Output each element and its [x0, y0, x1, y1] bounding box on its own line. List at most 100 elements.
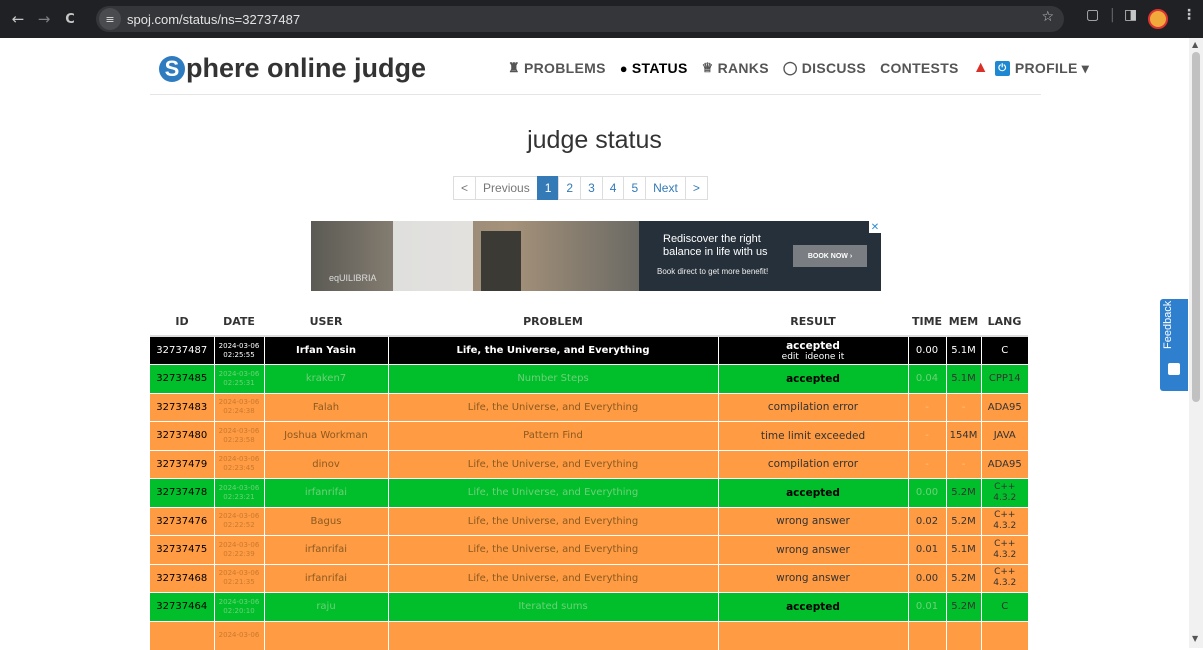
- bookmark-star-icon[interactable]: ☆: [1041, 9, 1054, 25]
- nav-contests[interactable]: CONTESTS: [880, 60, 959, 76]
- nav-status[interactable]: ● STATUS: [620, 60, 688, 76]
- cell-user[interactable]: Joshua Workman: [264, 421, 388, 450]
- cell-time: -: [907, 421, 946, 450]
- col-time[interactable]: TIME: [908, 308, 946, 337]
- cell-id[interactable]: [150, 620, 214, 650]
- profile-avatar[interactable]: [1148, 9, 1168, 29]
- cell-id[interactable]: 32737487: [150, 335, 214, 365]
- cell-result: wrong answer: [717, 563, 908, 593]
- cell-user[interactable]: dinov: [264, 449, 388, 479]
- ideone-link[interactable]: ideone it: [805, 352, 844, 362]
- feedback-tab[interactable]: Feedback: [1160, 299, 1188, 391]
- vertical-scrollbar[interactable]: ▲ ▼: [1189, 38, 1203, 648]
- ad-close-icon[interactable]: ✕: [869, 221, 881, 233]
- ad-image-figure: [481, 231, 521, 291]
- table-row[interactable]: 32737475 2024-03-06 02:22:39 irfanrifai Life…: [150, 535, 1028, 564]
- col-id[interactable]: ID: [150, 308, 214, 337]
- browser-menu-icon[interactable]: ⋮: [1182, 7, 1196, 23]
- cell-id[interactable]: 32737485: [150, 364, 214, 393]
- cell-problem[interactable]: Life, the Universe, and Everything: [387, 563, 718, 593]
- ad-banner[interactable]: eqUILIBRIA Rediscover the right balance …: [311, 221, 881, 291]
- cell-user[interactable]: Bagus: [264, 506, 388, 536]
- pagination-page-5[interactable]: 5: [623, 176, 647, 200]
- cell-id[interactable]: 32737483: [150, 392, 214, 422]
- scroll-down-icon[interactable]: ▼: [1192, 634, 1198, 643]
- col-user[interactable]: USER: [264, 308, 388, 337]
- cell-id[interactable]: 32737480: [150, 421, 214, 450]
- date-time: 02:21:35: [223, 578, 255, 587]
- cell-date: 2024-03-06 02:25:55: [213, 335, 265, 365]
- cell-user[interactable]: raju: [264, 592, 388, 621]
- site-info-icon[interactable]: ≡: [99, 8, 121, 30]
- pagination-next-arrow[interactable]: >: [684, 176, 708, 200]
- power-icon: ⏻: [994, 60, 1010, 76]
- cell-user[interactable]: kraken7: [264, 364, 388, 393]
- reload-icon[interactable]: C: [58, 7, 82, 31]
- nav-discuss[interactable]: ◯ DISCUSS: [783, 60, 866, 76]
- cell-user[interactable]: [264, 620, 388, 650]
- cell-id[interactable]: 32737479: [150, 449, 214, 479]
- address-bar[interactable]: ≡ spoj.com/status/ns=32737487 ☆: [96, 6, 1064, 32]
- table-row[interactable]: 32737480 2024-03-06 02:23:58 Joshua Workman…: [150, 421, 1028, 450]
- cell-problem[interactable]: [387, 620, 718, 650]
- url-text[interactable]: spoj.com/status/ns=32737487: [127, 12, 300, 27]
- table-row[interactable]: 2024-03-06: [150, 620, 1028, 650]
- cell-problem[interactable]: Iterated sums: [387, 592, 718, 621]
- pagination-page-4[interactable]: 4: [601, 176, 625, 200]
- cell-id[interactable]: 32737475: [150, 535, 214, 564]
- cell-date: 2024-03-06: [213, 620, 265, 650]
- cell-id[interactable]: 32737464: [150, 592, 214, 621]
- pagination-prev-arrow[interactable]: <: [453, 176, 477, 200]
- cell-user[interactable]: irfanrifai: [264, 563, 388, 593]
- cell-user[interactable]: Falah: [264, 392, 388, 422]
- ad-book-now-button[interactable]: BOOK NOW ›: [793, 245, 867, 267]
- nav-ranks[interactable]: ♕ RANKS: [702, 60, 769, 76]
- pagination-previous[interactable]: Previous: [475, 176, 538, 200]
- pagination-next[interactable]: Next: [645, 176, 686, 200]
- cell-problem[interactable]: Life, the Universe, and Everything: [387, 478, 718, 507]
- table-row[interactable]: 32737464 2024-03-06 02:20:10 raju Iterated s…: [150, 592, 1028, 621]
- cell-problem[interactable]: Life, the Universe, and Everything: [387, 506, 718, 536]
- edit-link[interactable]: edit: [782, 352, 799, 362]
- ad-subtext: Book direct to get more benefit!: [657, 267, 769, 276]
- col-mem[interactable]: MEM: [946, 308, 981, 337]
- cell-user[interactable]: irfanrifai: [264, 478, 388, 507]
- table-row[interactable]: 32737468 2024-03-06 02:21:35 irfanrifai Life…: [150, 563, 1028, 593]
- cell-date: 2024-03-06 02:21:35: [213, 563, 265, 593]
- col-problem[interactable]: PROBLEM: [388, 308, 718, 337]
- table-row[interactable]: 32737476 2024-03-06 02:22:52 Bagus Life, the…: [150, 506, 1028, 536]
- col-date[interactable]: DATE: [214, 308, 264, 337]
- nav-profile[interactable]: ⏻ PROFILE ▾: [994, 60, 1089, 77]
- side-panel-icon[interactable]: ◨: [1124, 7, 1137, 23]
- warning-icon[interactable]: ▲: [973, 59, 989, 77]
- result-text: accepted: [786, 486, 840, 499]
- scroll-thumb[interactable]: [1192, 52, 1200, 402]
- pagination-page-2[interactable]: 2: [558, 176, 582, 200]
- table-row[interactable]: 32737478 2024-03-06 02:23:21 irfanrifai Life…: [150, 478, 1028, 507]
- cell-problem[interactable]: Life, the Universe, and Everything: [387, 392, 718, 422]
- cell-id[interactable]: 32737476: [150, 506, 214, 536]
- col-lang[interactable]: LANG: [981, 308, 1028, 337]
- table-row[interactable]: 32737479 2024-03-06 02:23:45 dinov Life, the…: [150, 449, 1028, 479]
- cell-user[interactable]: Irfan Yasin: [264, 335, 388, 365]
- site-logo[interactable]: S phere online judge: [159, 53, 426, 84]
- pagination-page-1[interactable]: 1: [536, 176, 560, 200]
- pagination-page-3[interactable]: 3: [580, 176, 603, 200]
- table-row[interactable]: 32737485 2024-03-06 02:25:31 kraken7 Number …: [150, 364, 1028, 393]
- col-result[interactable]: RESULT: [718, 308, 908, 337]
- scroll-up-icon[interactable]: ▲: [1192, 40, 1198, 49]
- cell-problem[interactable]: Life, the Universe, and Everything: [387, 449, 718, 479]
- forward-icon[interactable]: →: [32, 7, 56, 31]
- table-row[interactable]: 32737483 2024-03-06 02:24:38 Falah Life, the…: [150, 392, 1028, 422]
- table-row[interactable]: 32737487 2024-03-06 02:25:55 Irfan Yasin Lif…: [150, 335, 1028, 365]
- cell-user[interactable]: irfanrifai: [264, 535, 388, 564]
- nav-problems[interactable]: ♜ PROBLEMS: [508, 60, 606, 76]
- cell-problem[interactable]: Number Steps: [387, 364, 718, 393]
- cell-id[interactable]: 32737478: [150, 478, 214, 507]
- cell-problem[interactable]: Life, the Universe, and Everything: [387, 535, 718, 564]
- extensions-icon[interactable]: ▢: [1086, 7, 1099, 23]
- back-icon[interactable]: ←: [6, 7, 30, 31]
- cell-problem[interactable]: Life, the Universe, and Everything: [387, 335, 718, 365]
- cell-problem[interactable]: Pattern Find: [387, 421, 718, 450]
- cell-id[interactable]: 32737468: [150, 563, 214, 593]
